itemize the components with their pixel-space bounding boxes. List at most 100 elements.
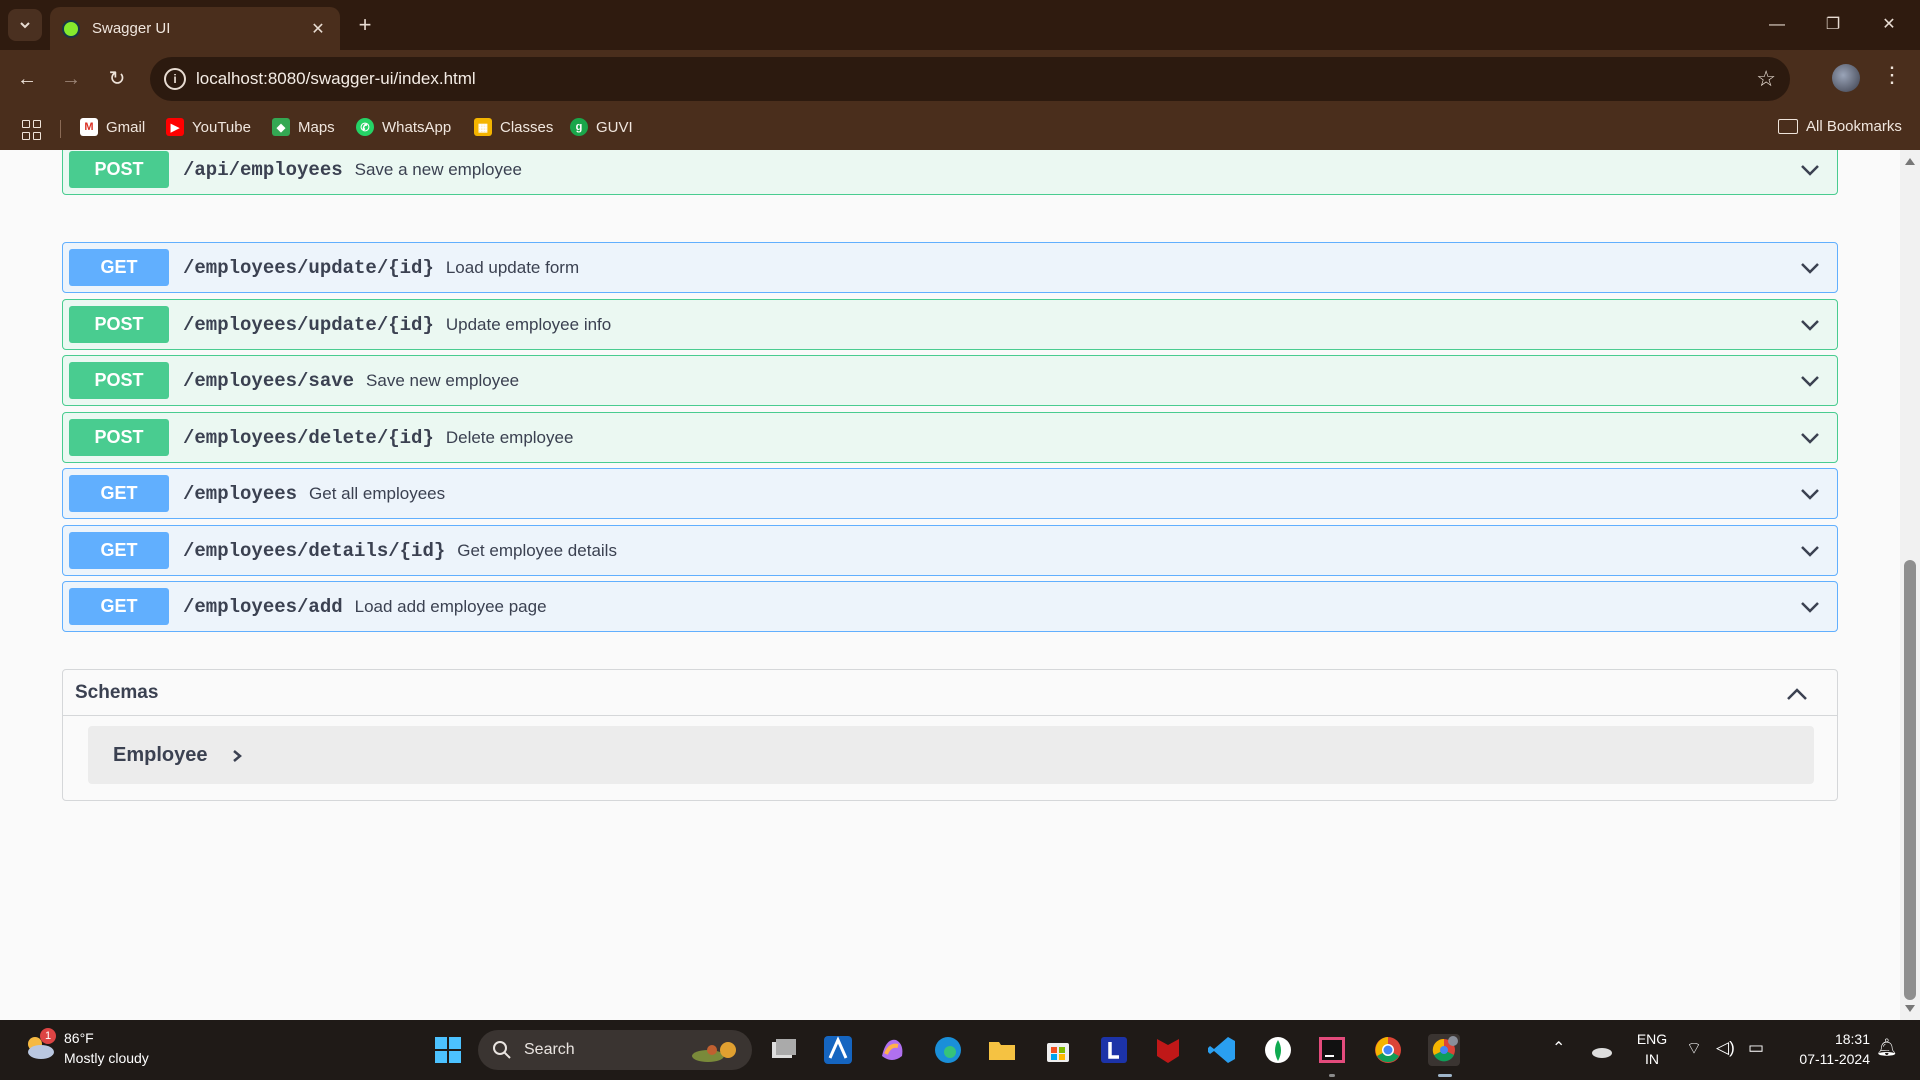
site-info-icon[interactable]: i [164,68,186,90]
bookmark-youtube[interactable]: ▶ YouTube [166,118,251,136]
more-menu-icon[interactable]: ⋮ [1880,62,1904,88]
swagger-page: POST /api/employees Save a new employee … [0,150,1900,1020]
close-window-icon[interactable]: ✕ [1874,12,1904,38]
folder-icon [1778,119,1798,134]
mongodb-compass-icon[interactable] [1262,1034,1294,1066]
minimize-icon[interactable]: — [1762,12,1792,38]
all-bookmarks-button[interactable]: All Bookmarks [1778,118,1902,135]
scroll-down-icon[interactable] [1905,1005,1915,1012]
vscode-icon[interactable] [1206,1034,1238,1066]
weather-temperature[interactable]: 86°F [64,1030,94,1046]
bookmark-whatsapp[interactable]: ✆ WhatsApp [356,118,451,136]
schemas-header[interactable]: Schemas [63,670,1837,716]
tab-search-button[interactable] [8,9,42,41]
volume-icon[interactable]: ◁) [1716,1038,1735,1058]
operation-get-employees-update-id[interactable]: GET /employees/update/{id} Load update f… [62,242,1838,293]
file-explorer-icon[interactable] [986,1034,1018,1066]
mcafee-icon[interactable] [1152,1034,1184,1066]
bookmarks-bar: M Gmail ▶ YouTube ◆ Maps ✆ WhatsApp ▦ Cl… [0,108,1920,150]
clock-time[interactable]: 18:31 [1794,1031,1870,1047]
back-arrow-icon[interactable]: ← [12,64,42,94]
method-badge: POST [69,306,169,343]
bookmark-guvi[interactable]: g GUVI [570,118,633,136]
chevron-up-icon[interactable] [1785,682,1809,706]
bookmark-classes[interactable]: ▦ Classes [474,118,553,136]
bookmarks-separator [60,120,61,138]
bookmark-label: Gmail [106,118,146,136]
azure-studio-icon[interactable] [822,1034,854,1066]
input-region[interactable]: IN [1632,1051,1672,1067]
operation-path: /employees/delete/{id} [183,426,434,449]
onedrive-cloud-icon[interactable] [1590,1038,1614,1062]
new-tab-button[interactable]: + [352,12,378,38]
input-language[interactable]: ENG [1632,1031,1672,1047]
bookmark-label: Classes [500,118,554,136]
chrome-profile-icon[interactable] [1428,1034,1460,1066]
wifi-icon[interactable]: ⌔ [1686,1038,1702,1059]
operation-summary: Delete employee [445,427,574,447]
tab-close-icon[interactable]: ✕ [308,19,328,39]
profile-avatar[interactable] [1832,64,1860,92]
show-hidden-icons-icon[interactable]: ⌃ [1552,1038,1565,1058]
bookmark-label: WhatsApp [382,118,452,136]
method-badge: POST [69,419,169,456]
operation-get-employees-add[interactable]: GET /employees/add Load add employee pag… [62,581,1838,632]
chevron-down-icon[interactable] [1799,314,1821,336]
operation-post-employees-update-id[interactable]: POST /employees/update/{id} Update emplo… [62,299,1838,350]
battery-icon[interactable]: ▭ [1748,1038,1764,1058]
chevron-down-icon[interactable] [1799,483,1821,505]
chevron-right-icon[interactable] [230,748,244,764]
l-app-icon[interactable] [1098,1034,1130,1066]
edge-icon[interactable] [932,1034,964,1066]
operation-get-employees-details-id[interactable]: GET /employees/details/{id} Get employee… [62,525,1838,576]
notification-bell-icon[interactable]: 🔔︎ [1876,1038,1898,1058]
restore-icon[interactable]: ❐ [1818,12,1848,38]
clock-date[interactable]: 07-11-2024 [1794,1051,1870,1067]
task-view-icon[interactable] [768,1034,800,1066]
gmail-icon: M [80,118,98,136]
forward-arrow-icon[interactable]: → [56,64,86,94]
operation-summary: Load add employee page [354,596,547,616]
operation-summary: Load update form [445,257,580,277]
bookmark-star-icon[interactable]: ☆ [1756,66,1776,92]
model-employee[interactable]: Employee [88,726,1814,784]
intellij-idea-icon[interactable] [1316,1034,1348,1066]
copilot-icon[interactable] [876,1034,908,1066]
taskbar-search[interactable]: Search [478,1030,752,1070]
operation-path: /employees/add [183,595,343,618]
chevron-down-icon[interactable] [1799,257,1821,279]
weather-description[interactable]: Mostly cloudy [64,1050,149,1066]
operation-summary: Get all employees [309,483,446,503]
search-icon [493,1041,511,1059]
operation-post-employees-save[interactable]: POST /employees/save Save new employee [62,355,1838,406]
chrome-icon[interactable] [1372,1034,1404,1066]
schemas-title: Schemas [75,682,159,703]
operation-get-employees[interactable]: GET /employees Get all employees [62,468,1838,519]
active-app-indicator [1438,1074,1452,1077]
browser-tab-active[interactable]: Swagger UI ✕ [50,7,340,50]
search-label: Search [524,1041,575,1058]
method-badge: GET [69,475,169,512]
classes-icon: ▦ [474,118,492,136]
browser-title-bar: Swagger UI ✕ + — ❐ ✕ [0,0,1920,50]
chevron-down-icon[interactable] [1799,596,1821,618]
microsoft-store-icon[interactable] [1042,1034,1074,1066]
scroll-up-icon[interactable] [1905,158,1915,165]
reload-icon[interactable]: ↻ [102,64,132,94]
page-scrollbar[interactable] [1900,150,1920,1020]
chevron-down-icon[interactable] [1799,540,1821,562]
bookmark-maps[interactable]: ◆ Maps [272,118,335,136]
model-name: Employee [113,744,208,766]
chevron-down-icon[interactable] [1799,427,1821,449]
operation-post-employees-delete-id[interactable]: POST /employees/delete/{id} Delete emplo… [62,412,1838,463]
url-text[interactable]: localhost:8080/swagger-ui/index.html [196,69,476,89]
bookmark-gmail[interactable]: M Gmail [80,118,145,136]
chevron-down-icon[interactable] [1799,370,1821,392]
operation-post-api-employees[interactable]: POST /api/employees Save a new employee [62,150,1838,195]
maps-icon: ◆ [272,118,290,136]
address-bar[interactable]: i localhost:8080/swagger-ui/index.html ☆ [150,57,1790,101]
chevron-down-icon[interactable] [1799,159,1821,181]
scrollbar-thumb[interactable] [1904,560,1916,1000]
apps-grid-icon[interactable] [22,120,42,140]
windows-start-icon[interactable] [432,1034,464,1066]
